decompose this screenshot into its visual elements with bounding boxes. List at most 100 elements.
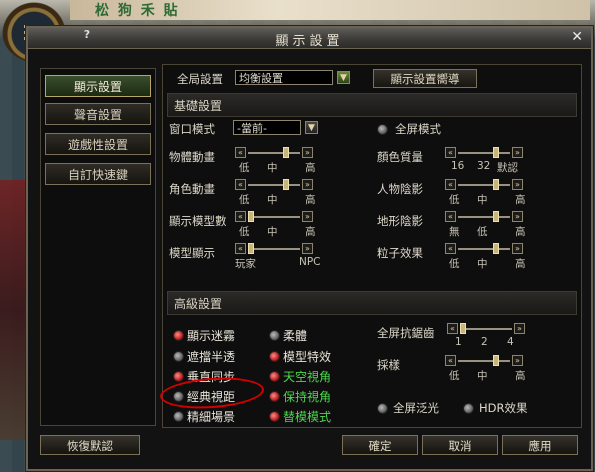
basic-0-slider[interactable]: «» — [235, 147, 313, 159]
basic-3-slider[interactable]: «» — [445, 179, 523, 191]
window-mode-label: 窗口模式 — [169, 122, 215, 136]
fullscreen-radio[interactable] — [377, 124, 388, 135]
sampling-tick-2: 高 — [515, 370, 526, 382]
slider-knob[interactable] — [492, 243, 499, 254]
option-label-mid-2[interactable]: 天空視角 — [283, 368, 331, 385]
basic-slider-label-1: 顏色質量 — [377, 150, 423, 164]
basic-2-slider[interactable]: «» — [235, 179, 313, 191]
slider-knob[interactable] — [492, 211, 499, 222]
option-radio-mid-3[interactable] — [269, 391, 280, 402]
double-chevron-right-icon[interactable]: » — [512, 147, 523, 158]
display-wizard-button[interactable]: 顯示設置嚮導 — [373, 69, 477, 88]
sampling-tick-1: 中 — [477, 370, 488, 382]
double-chevron-left-icon[interactable]: « — [235, 179, 246, 190]
ok-button[interactable]: 確定 — [342, 435, 418, 455]
basic-1-tick-0: 16 — [451, 160, 465, 172]
slider-knob[interactable] — [282, 179, 289, 190]
slider-track — [248, 216, 300, 218]
option-radio-left-1[interactable] — [173, 351, 184, 362]
double-chevron-left-icon[interactable]: « — [445, 355, 456, 366]
double-chevron-right-icon[interactable]: » — [512, 211, 523, 222]
window-mode-dropdown[interactable]: -當前- — [233, 120, 301, 135]
slider-knob[interactable] — [248, 211, 254, 222]
double-chevron-left-icon[interactable]: « — [445, 179, 456, 190]
double-chevron-right-icon[interactable]: » — [302, 243, 313, 254]
option-radio-mid-2[interactable] — [269, 371, 280, 382]
fullscreen-label: 全屏模式 — [395, 122, 441, 136]
slider-knob[interactable] — [248, 243, 254, 254]
hdr-label[interactable]: HDR效果 — [479, 400, 528, 416]
slider-knob[interactable] — [492, 355, 499, 366]
double-chevron-right-icon[interactable]: » — [514, 323, 525, 334]
chevron-down-icon[interactable]: ▼ — [305, 121, 318, 134]
double-chevron-right-icon[interactable]: » — [302, 179, 313, 190]
apply-button[interactable]: 應用 — [502, 435, 578, 455]
basic-4-tick-1: 中 — [267, 226, 278, 238]
basic-6-tick-2: NPC — [299, 256, 321, 268]
option-radio-left-4[interactable] — [173, 411, 184, 422]
basic-1-slider[interactable]: «» — [445, 147, 523, 159]
window-titlebar[interactable]: 顯示設置 ✕ — [28, 28, 591, 49]
restore-defaults-button[interactable]: 恢復默認 — [40, 435, 140, 455]
basic-7-tick-1: 中 — [477, 258, 488, 270]
basic-6-slider[interactable]: «» — [235, 243, 313, 255]
option-radio-mid-1[interactable] — [269, 351, 280, 362]
basic-settings-header: 基礎設置 — [167, 93, 577, 117]
option-label-left-1[interactable]: 遮擋半透 — [187, 348, 235, 365]
hdr-radio[interactable] — [463, 403, 474, 414]
double-chevron-left-icon[interactable]: « — [445, 147, 456, 158]
option-radio-mid-4[interactable] — [269, 411, 280, 422]
double-chevron-left-icon[interactable]: « — [235, 211, 246, 222]
basic-7-tick-2: 高 — [515, 258, 526, 270]
close-icon[interactable]: ✕ — [571, 29, 583, 45]
basic-1-tick-1: 32 — [477, 160, 491, 172]
global-preset-dropdown[interactable]: 均衡設置 — [235, 70, 333, 85]
slider-knob[interactable] — [492, 179, 499, 190]
basic-slider-label-5: 地形陰影 — [377, 214, 423, 228]
option-radio-mid-0[interactable] — [269, 330, 280, 341]
option-label-mid-1[interactable]: 模型特效 — [283, 348, 331, 365]
antialias-tick-1: 2 — [481, 336, 488, 348]
help-icon[interactable]: ? — [78, 28, 96, 42]
slider-track — [248, 248, 300, 250]
bloom-label[interactable]: 全屏泛光 — [393, 400, 439, 416]
basic-5-slider[interactable]: «» — [445, 211, 523, 223]
slider-knob[interactable] — [460, 323, 466, 334]
bloom-radio[interactable] — [377, 403, 388, 414]
sampling-slider[interactable]: «» — [445, 355, 523, 367]
option-label-mid-0[interactable]: 柔體 — [283, 327, 307, 344]
antialias-tick-0: 1 — [455, 336, 462, 348]
option-label-left-4[interactable]: 精細場景 — [187, 408, 235, 425]
double-chevron-right-icon[interactable]: » — [512, 179, 523, 190]
double-chevron-left-icon[interactable]: « — [445, 243, 456, 254]
basic-4-slider[interactable]: «» — [235, 211, 313, 223]
double-chevron-left-icon[interactable]: « — [447, 323, 458, 334]
antialias-slider[interactable]: «» — [447, 323, 525, 335]
basic-7-slider[interactable]: «» — [445, 243, 523, 255]
slider-knob[interactable] — [492, 147, 499, 158]
sidebar-item-2[interactable]: 遊戲性設置 — [45, 133, 151, 155]
double-chevron-right-icon[interactable]: » — [512, 355, 523, 366]
option-label-mid-3[interactable]: 保持視角 — [283, 388, 331, 405]
sidebar-item-0[interactable]: 顯示設置 — [45, 75, 151, 97]
basic-6-tick-0: 玩家 — [235, 258, 256, 270]
sidebar-item-1[interactable]: 聲音設置 — [45, 103, 151, 125]
double-chevron-right-icon[interactable]: » — [512, 243, 523, 254]
double-chevron-left-icon[interactable]: « — [235, 243, 246, 254]
cancel-button[interactable]: 取消 — [422, 435, 498, 455]
double-chevron-left-icon[interactable]: « — [235, 147, 246, 158]
slider-knob[interactable] — [282, 147, 289, 158]
basic-2-tick-1: 中 — [267, 194, 278, 206]
basic-5-tick-0: 無 — [449, 226, 460, 238]
double-chevron-right-icon[interactable]: » — [302, 211, 313, 222]
option-label-left-0[interactable]: 顯示迷霧 — [187, 327, 235, 344]
double-chevron-left-icon[interactable]: « — [445, 211, 456, 222]
option-label-mid-4[interactable]: 替模模式 — [283, 408, 331, 425]
chevron-down-icon[interactable]: ▼ — [337, 71, 350, 84]
sidebar-item-3[interactable]: 自訂快速鍵 — [45, 163, 151, 185]
double-chevron-right-icon[interactable]: » — [302, 147, 313, 158]
advanced-settings-header: 高級設置 — [167, 291, 577, 315]
option-radio-left-2[interactable] — [173, 371, 184, 382]
basic-slider-label-6: 模型顯示 — [169, 246, 215, 260]
option-radio-left-0[interactable] — [173, 330, 184, 341]
